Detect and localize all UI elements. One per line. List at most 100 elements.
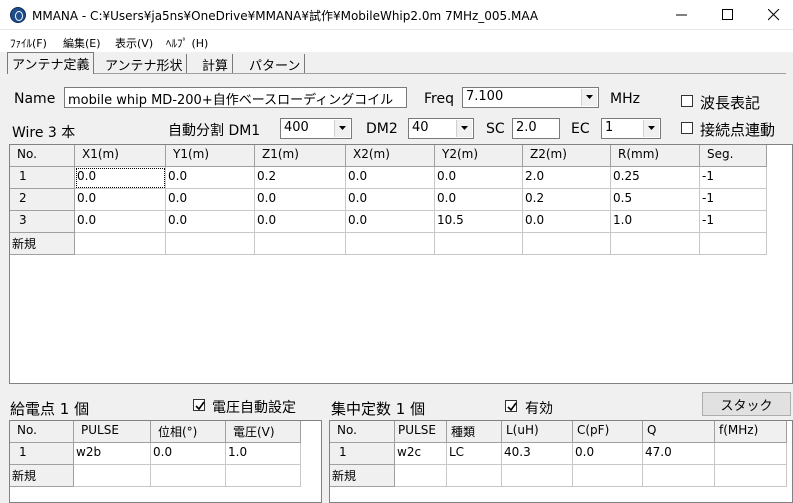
tab-pattern[interactable]: パターン <box>245 54 306 74</box>
wire-cell[interactable]: 0.0 <box>75 167 166 189</box>
load-enabled-checkbox[interactable] <box>505 400 517 412</box>
ec-combo[interactable]: 1 <box>601 118 661 139</box>
wire-cell[interactable]: 1.0 <box>611 211 700 233</box>
row-header[interactable]: 2 <box>10 189 75 211</box>
wire-cell[interactable]: -1 <box>700 167 767 189</box>
col-header-z2[interactable]: Z2(m) <box>523 145 611 167</box>
load-cell[interactable] <box>395 465 447 487</box>
wavelength-checkbox[interactable] <box>681 95 693 107</box>
close-button[interactable] <box>751 0 793 30</box>
source-cell[interactable]: 1.0 <box>226 443 301 465</box>
col-header-r[interactable]: R(mm) <box>611 145 700 167</box>
wire-cell[interactable] <box>435 233 523 255</box>
new-row-header[interactable]: 新規 <box>330 465 395 487</box>
wire-cell[interactable] <box>346 233 435 255</box>
wire-cell[interactable] <box>523 233 611 255</box>
dm1-combo[interactable]: 400 <box>280 118 352 139</box>
wire-cell[interactable]: 0.5 <box>611 189 700 211</box>
col-header-no[interactable]: No. <box>10 421 74 443</box>
wire-cell[interactable]: 0.0 <box>255 189 346 211</box>
wire-cell[interactable]: 0.0 <box>166 167 255 189</box>
wire-cell[interactable]: 0.2 <box>523 189 611 211</box>
wire-cell[interactable] <box>75 233 166 255</box>
wire-cell[interactable]: 10.5 <box>435 211 523 233</box>
load-cell[interactable]: w2c <box>395 443 447 465</box>
wire-cell[interactable]: 0.0 <box>166 189 255 211</box>
sc-input[interactable]: 2.0 <box>512 118 560 139</box>
col-header-pulse[interactable]: PULSE <box>395 421 447 443</box>
tab-calculate[interactable]: 計算 <box>198 54 234 74</box>
junction-link-checkbox[interactable] <box>681 122 693 134</box>
col-header-x2[interactable]: X2(m) <box>346 145 435 167</box>
ec-dropdown-button[interactable] <box>643 120 659 137</box>
wire-cell[interactable]: 0.0 <box>346 211 435 233</box>
row-header[interactable]: 1 <box>330 443 395 465</box>
menu-file[interactable]: ﾌｧｲﾙ(F) <box>10 35 47 51</box>
new-row-header[interactable]: 新規 <box>10 233 75 255</box>
load-cell[interactable] <box>715 443 787 465</box>
wire-cell[interactable]: 0.0 <box>435 167 523 189</box>
tab-antenna-geometry[interactable]: アンテナ形状 <box>101 54 188 74</box>
freq-dropdown-button[interactable] <box>581 89 597 106</box>
wire-cell[interactable]: 0.25 <box>611 167 700 189</box>
freq-combo[interactable]: 7.100 <box>462 87 599 108</box>
row-header[interactable]: 1 <box>10 167 75 189</box>
source-cell[interactable] <box>151 465 226 487</box>
source-cell[interactable]: w2b <box>74 443 151 465</box>
col-header-y2[interactable]: Y2(m) <box>435 145 523 167</box>
menu-help[interactable]: ﾍﾙﾌﾟ (H) <box>166 35 208 51</box>
minimize-button[interactable] <box>659 0 705 30</box>
dm2-dropdown-button[interactable] <box>456 120 472 137</box>
col-header-voltage[interactable]: 電圧(V) <box>226 421 301 443</box>
col-header-l[interactable]: L(uH) <box>502 421 573 443</box>
wire-cell[interactable]: 0.0 <box>523 211 611 233</box>
load-cell[interactable]: 0.0 <box>573 443 643 465</box>
load-table[interactable]: No. PULSE 種類 L(uH) C(pF) Q f(MHz) 1 w2c … <box>329 420 793 503</box>
wire-table[interactable]: No. X1(m) Y1(m) Z1(m) X2(m) Y2(m) Z2(m) … <box>9 144 793 384</box>
tab-antenna-definition[interactable]: アンテナ定義 <box>7 52 95 74</box>
maximize-button[interactable] <box>705 0 751 30</box>
wire-cell[interactable]: 0.0 <box>75 211 166 233</box>
wire-cell[interactable]: 0.0 <box>75 189 166 211</box>
load-cell[interactable]: LC <box>447 443 502 465</box>
load-cell[interactable]: 40.3 <box>502 443 573 465</box>
auto-voltage-checkbox[interactable] <box>193 399 205 411</box>
wire-cell[interactable] <box>255 233 346 255</box>
load-cell[interactable] <box>715 465 787 487</box>
stack-button[interactable]: スタック <box>702 392 791 416</box>
col-header-x1[interactable]: X1(m) <box>75 145 166 167</box>
row-header[interactable]: 3 <box>10 211 75 233</box>
load-cell[interactable] <box>643 465 715 487</box>
col-header-y1[interactable]: Y1(m) <box>166 145 255 167</box>
wire-cell[interactable]: 0.0 <box>435 189 523 211</box>
dm2-combo[interactable]: 40 <box>408 118 474 139</box>
col-header-pulse[interactable]: PULSE <box>74 421 151 443</box>
source-cell[interactable] <box>226 465 301 487</box>
col-header-no[interactable]: No. <box>10 145 75 167</box>
load-cell[interactable] <box>502 465 573 487</box>
source-table[interactable]: No. PULSE 位相(°) 電圧(V) 1 w2b 0.0 1.0 新規 <box>9 420 322 503</box>
col-header-z1[interactable]: Z1(m) <box>255 145 346 167</box>
wire-cell[interactable]: -1 <box>700 211 767 233</box>
wire-cell[interactable] <box>166 233 255 255</box>
wire-cell[interactable]: 0.2 <box>255 167 346 189</box>
col-header-f[interactable]: f(MHz) <box>715 421 787 443</box>
load-cell[interactable] <box>573 465 643 487</box>
wire-cell[interactable]: 0.0 <box>166 211 255 233</box>
wire-cell[interactable]: 0.0 <box>346 167 435 189</box>
wire-cell[interactable]: 2.0 <box>523 167 611 189</box>
col-header-no[interactable]: No. <box>330 421 395 443</box>
col-header-phase[interactable]: 位相(°) <box>151 421 226 443</box>
wire-cell[interactable]: -1 <box>700 189 767 211</box>
source-cell[interactable]: 0.0 <box>151 443 226 465</box>
wire-cell[interactable] <box>611 233 700 255</box>
dm1-dropdown-button[interactable] <box>334 120 350 137</box>
wire-cell[interactable]: 0.0 <box>346 189 435 211</box>
load-cell[interactable] <box>447 465 502 487</box>
col-header-seg[interactable]: Seg. <box>700 145 767 167</box>
col-header-type[interactable]: 種類 <box>447 421 502 443</box>
source-cell[interactable] <box>74 465 151 487</box>
wire-cell[interactable]: 0.0 <box>255 211 346 233</box>
menu-edit[interactable]: 編集(E) <box>63 35 101 51</box>
row-header[interactable]: 1 <box>10 443 74 465</box>
